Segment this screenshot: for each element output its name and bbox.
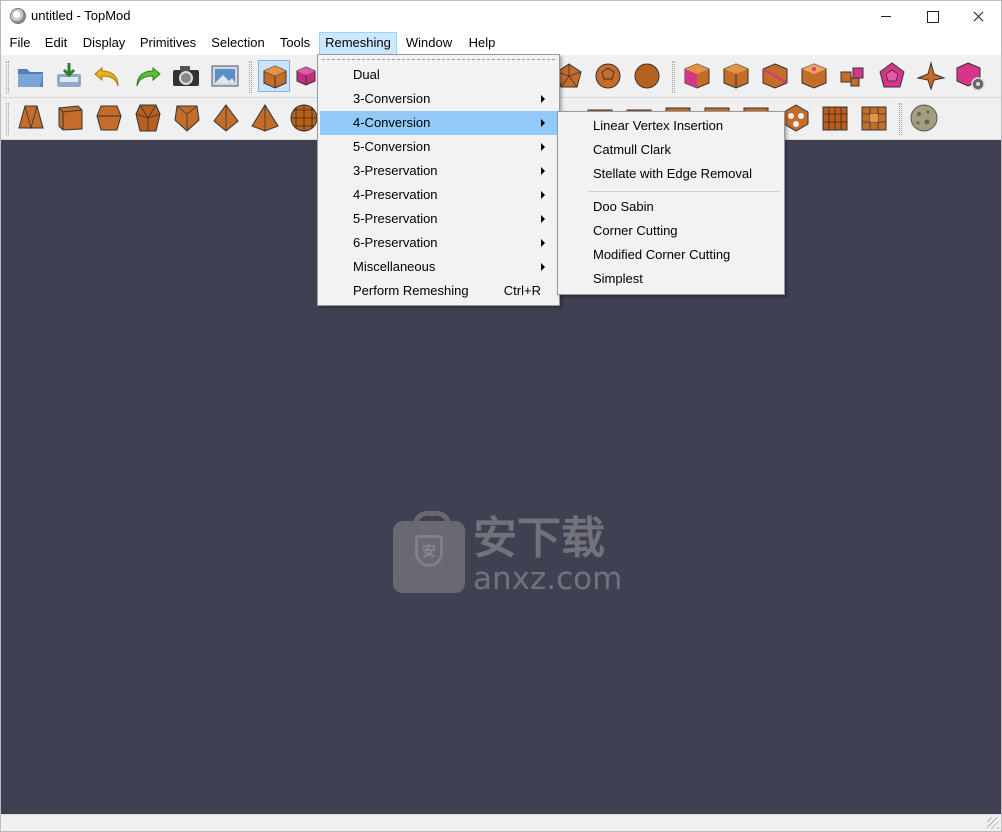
- toolbar-grip[interactable]: [672, 61, 675, 93]
- menu-item-4-conversion[interactable]: 4-Conversion: [320, 111, 557, 135]
- watermark-shield-icon: 安: [415, 535, 443, 567]
- menu-item-simplest[interactable]: Simplest: [560, 267, 782, 291]
- submenu-arrow-icon: [541, 191, 545, 199]
- lattice-sphere-icon[interactable]: [288, 102, 320, 134]
- toolbar-grip[interactable]: [899, 103, 902, 135]
- menu-item-6-preservation[interactable]: 6-Preservation: [320, 231, 557, 255]
- close-button[interactable]: [955, 1, 1001, 32]
- menu-primitives[interactable]: Primitives: [135, 32, 201, 55]
- shortcut-label: Ctrl+R: [503, 283, 541, 298]
- remeshing-menu: Dual 3-Conversion 4-Conversion 5-Convers…: [317, 54, 560, 306]
- render-image-icon[interactable]: [209, 60, 241, 92]
- menu-tools[interactable]: Tools: [274, 32, 316, 55]
- menu-edit[interactable]: Edit: [39, 32, 73, 55]
- open-file-icon[interactable]: [15, 60, 47, 92]
- extrude-cube-icon[interactable]: [54, 102, 86, 134]
- save-file-icon[interactable]: [53, 60, 85, 92]
- menu-item-perform-remeshing[interactable]: Perform Remeshing Ctrl+R: [320, 279, 557, 303]
- menu-remeshing[interactable]: Remeshing: [319, 32, 397, 55]
- maximize-button[interactable]: [909, 1, 955, 32]
- menu-item-doo-sabin[interactable]: Doo Sabin: [560, 195, 782, 219]
- submenu-arrow-icon: [541, 167, 545, 175]
- menu-item-3-conversion[interactable]: 3-Conversion: [320, 87, 557, 111]
- star-mesh-icon[interactable]: [915, 60, 947, 92]
- textured-sphere-icon[interactable]: [908, 102, 940, 134]
- dodeca-extrude-icon[interactable]: [171, 102, 203, 134]
- submenu-arrow-icon: [541, 119, 545, 127]
- menu-item-miscellaneous[interactable]: Miscellaneous: [320, 255, 557, 279]
- submenu-arrow-icon: [541, 95, 545, 103]
- redo-icon[interactable]: [131, 60, 163, 92]
- dome-extrude-icon[interactable]: [132, 102, 164, 134]
- watermark-logo: 安 安下载 anxz.com: [393, 511, 622, 597]
- menu-item-modified-corner-cutting[interactable]: Modified Corner Cutting: [560, 243, 782, 267]
- menu-item-4-preservation[interactable]: 4-Preservation: [320, 183, 557, 207]
- double-extrude-icon[interactable]: [93, 102, 125, 134]
- minimize-button[interactable]: [863, 1, 909, 32]
- app-icon: [10, 8, 26, 24]
- menu-item-catmull-clark[interactable]: Catmull Clark: [560, 138, 782, 162]
- menu-item-corner-cutting[interactable]: Corner Cutting: [560, 219, 782, 243]
- menu-separator: [588, 191, 780, 192]
- soccer-ball-icon[interactable]: [592, 60, 624, 92]
- submenu-arrow-icon: [541, 239, 545, 247]
- title-bar: untitled - TopMod: [1, 1, 1001, 32]
- undo-icon[interactable]: [92, 60, 124, 92]
- geodesic-sphere-icon[interactable]: [631, 60, 663, 92]
- menu-item-5-conversion[interactable]: 5-Conversion: [320, 135, 557, 159]
- stellate-icon[interactable]: [249, 102, 281, 134]
- dodecahedron-icon[interactable]: [876, 60, 908, 92]
- cube-magenta-face-icon[interactable]: [681, 60, 713, 92]
- toolbar-grip[interactable]: [249, 61, 252, 93]
- submenu-arrow-icon: [541, 143, 545, 151]
- toolbar-grip[interactable]: [6, 103, 9, 135]
- menu-tearoff[interactable]: [322, 59, 555, 60]
- cube-icon[interactable]: [258, 60, 290, 92]
- cube-orange-icon[interactable]: [720, 60, 752, 92]
- watermark-text-en: anxz.com: [473, 561, 623, 597]
- menu-display[interactable]: Display: [78, 32, 130, 55]
- cube-split-icon[interactable]: [759, 60, 791, 92]
- menu-help[interactable]: Help: [462, 32, 502, 55]
- column-cube-icon[interactable]: [819, 102, 851, 134]
- status-bar: [1, 814, 1001, 831]
- menu-item-dual[interactable]: Dual: [320, 63, 557, 87]
- screenshot-camera-icon[interactable]: [170, 60, 202, 92]
- cube-beveled-icon[interactable]: [798, 60, 830, 92]
- small-cubes-icon[interactable]: [837, 60, 869, 92]
- menu-selection[interactable]: Selection: [206, 32, 270, 55]
- resize-grip-icon[interactable]: [987, 817, 999, 829]
- extrude-face-icon[interactable]: [15, 102, 47, 134]
- menu-item-5-preservation[interactable]: 5-Preservation: [320, 207, 557, 231]
- menu-window[interactable]: Window: [400, 32, 458, 55]
- submenu-arrow-icon: [541, 263, 545, 271]
- menu-bar: File Edit Display Primitives Selection T…: [1, 32, 1001, 55]
- 4-conversion-submenu: Linear Vertex Insertion Catmull Clark St…: [557, 111, 785, 295]
- window-title: untitled - TopMod: [31, 8, 131, 23]
- menu-file[interactable]: File: [5, 32, 35, 55]
- pyramid-icon[interactable]: [210, 102, 242, 134]
- subdivided-cube-icon[interactable]: [858, 102, 890, 134]
- menu-item-stellate-edge-removal[interactable]: Stellate with Edge Removal: [560, 162, 782, 186]
- mesh-settings-icon[interactable]: [954, 60, 986, 92]
- watermark-text-cn: 安下载: [473, 513, 605, 564]
- toolbar-grip[interactable]: [6, 61, 9, 93]
- menu-item-3-preservation[interactable]: 3-Preservation: [320, 159, 557, 183]
- menu-item-linear-vertex-insertion[interactable]: Linear Vertex Insertion: [560, 114, 782, 138]
- submenu-arrow-icon: [541, 215, 545, 223]
